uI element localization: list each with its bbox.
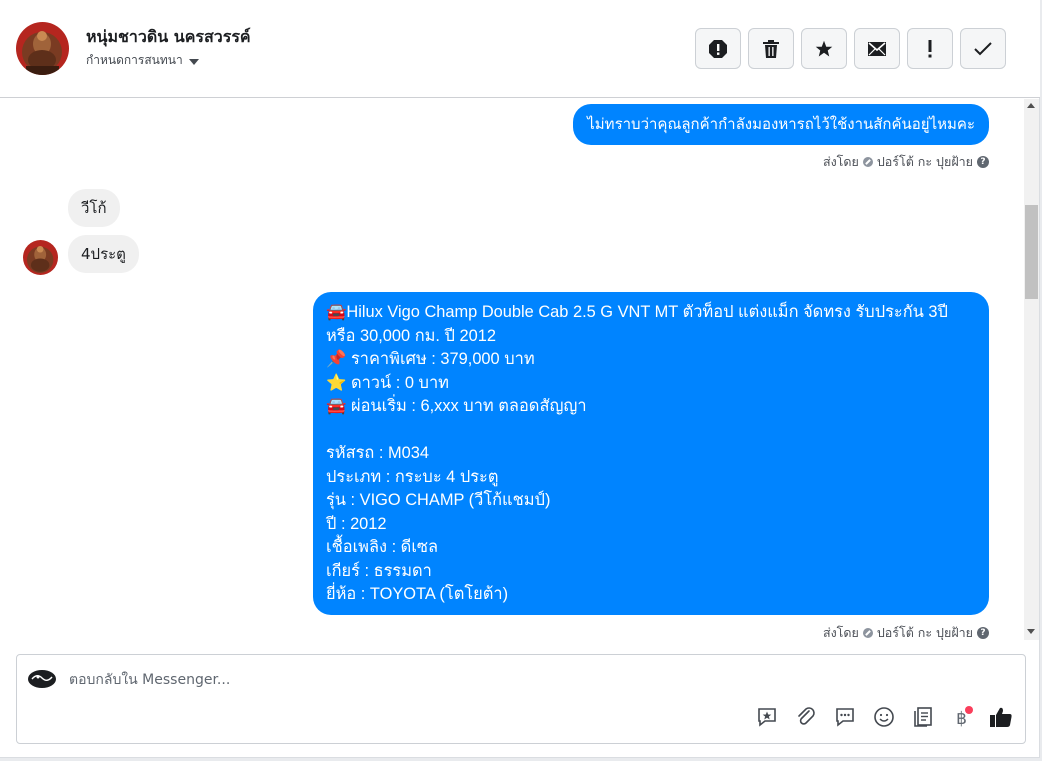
- avatar[interactable]: [16, 22, 69, 75]
- assign-label: กำหนดการสนทนา: [86, 53, 183, 67]
- mark-unread-button[interactable]: [854, 28, 900, 69]
- emoji-icon: [873, 706, 895, 732]
- catalog-icon: [912, 706, 934, 732]
- help-icon[interactable]: ?: [977, 627, 989, 639]
- sender-name: ปอร์โต้ กะ ปุยฝ้าย: [876, 625, 973, 640]
- reply-composer: ฿: [16, 654, 1026, 744]
- contact-name[interactable]: หนุ่มชาวดิน นครสวรรค์: [86, 25, 251, 50]
- scroll-down-arrow[interactable]: [1027, 629, 1035, 634]
- caret-down-icon: [188, 58, 199, 65]
- blocked-icon: [862, 157, 873, 167]
- incoming-message: 4ประตู: [68, 235, 139, 273]
- assign-conversation-dropdown[interactable]: กำหนดการสนทนา: [86, 51, 199, 70]
- like-icon: [989, 706, 1013, 732]
- delete-button[interactable]: [748, 28, 794, 69]
- sent-by-label: ส่งโดย: [822, 154, 859, 169]
- composer-toolbar: ฿: [754, 706, 1013, 731]
- exclamation-icon: [927, 39, 933, 58]
- outgoing-message: 🚘Hilux Vigo Champ Double Cab 2.5 G VNT M…: [313, 292, 989, 615]
- conversation-actions: [695, 28, 1006, 69]
- messenger-inbox-conversation: หนุ่มชาวดิน นครสวรรค์ กำหนดการสนทนา ไม่ท…: [0, 0, 1040, 758]
- page-avatar: [27, 669, 57, 689]
- sent-by-line: ส่งโดย ปอร์โต้ กะ ปุยฝ้าย ?: [823, 152, 989, 172]
- scroll-up-arrow[interactable]: [1027, 103, 1035, 108]
- incoming-message: วีโก้: [68, 189, 120, 227]
- reply-input[interactable]: [69, 668, 669, 692]
- trash-icon: [763, 39, 779, 58]
- message-thread: ไม่ทราบว่าคุณลูกค้ากำลังมองหารถไว้ใช้งาน…: [0, 99, 1024, 640]
- star-button[interactable]: [801, 28, 847, 69]
- outgoing-message: ไม่ทราบว่าคุณลูกค้ากำลังมองหารถไว้ใช้งาน…: [573, 104, 989, 145]
- emoji-button[interactable]: [871, 706, 896, 731]
- report-spam-button[interactable]: [695, 28, 741, 69]
- conversation-header: หนุ่มชาวดิน นครสวรรค์ กำหนดการสนทนา: [0, 0, 1040, 98]
- blocked-icon: [862, 628, 873, 638]
- help-icon[interactable]: ?: [977, 156, 989, 168]
- saved-reply-button[interactable]: [754, 706, 779, 731]
- mark-done-button[interactable]: [960, 28, 1006, 69]
- star-icon: [815, 40, 833, 58]
- attach-button[interactable]: [793, 706, 818, 731]
- attach-icon: [795, 706, 817, 732]
- thread-scrollbar[interactable]: [1024, 99, 1039, 640]
- chat-button[interactable]: [832, 706, 857, 731]
- saved-reply-icon: [756, 706, 778, 732]
- follow-up-button[interactable]: [907, 28, 953, 69]
- catalog-button[interactable]: [910, 706, 935, 731]
- like-button[interactable]: [988, 706, 1013, 731]
- sent-by-label: ส่งโดย: [822, 625, 859, 640]
- mail-icon: [868, 41, 886, 56]
- chat-bubble-icon: [834, 706, 856, 732]
- payment-button[interactable]: ฿: [949, 706, 974, 731]
- sender-name: ปอร์โต้ กะ ปุยฝ้าย: [876, 154, 973, 169]
- notification-dot: [965, 706, 973, 714]
- sent-by-line: ส่งโดย ปอร์โต้ กะ ปุยฝ้าย ?: [823, 623, 989, 640]
- scroll-thumb[interactable]: [1025, 205, 1038, 299]
- check-icon: [974, 41, 992, 56]
- report-spam-icon: [708, 39, 728, 59]
- avatar[interactable]: [23, 240, 58, 275]
